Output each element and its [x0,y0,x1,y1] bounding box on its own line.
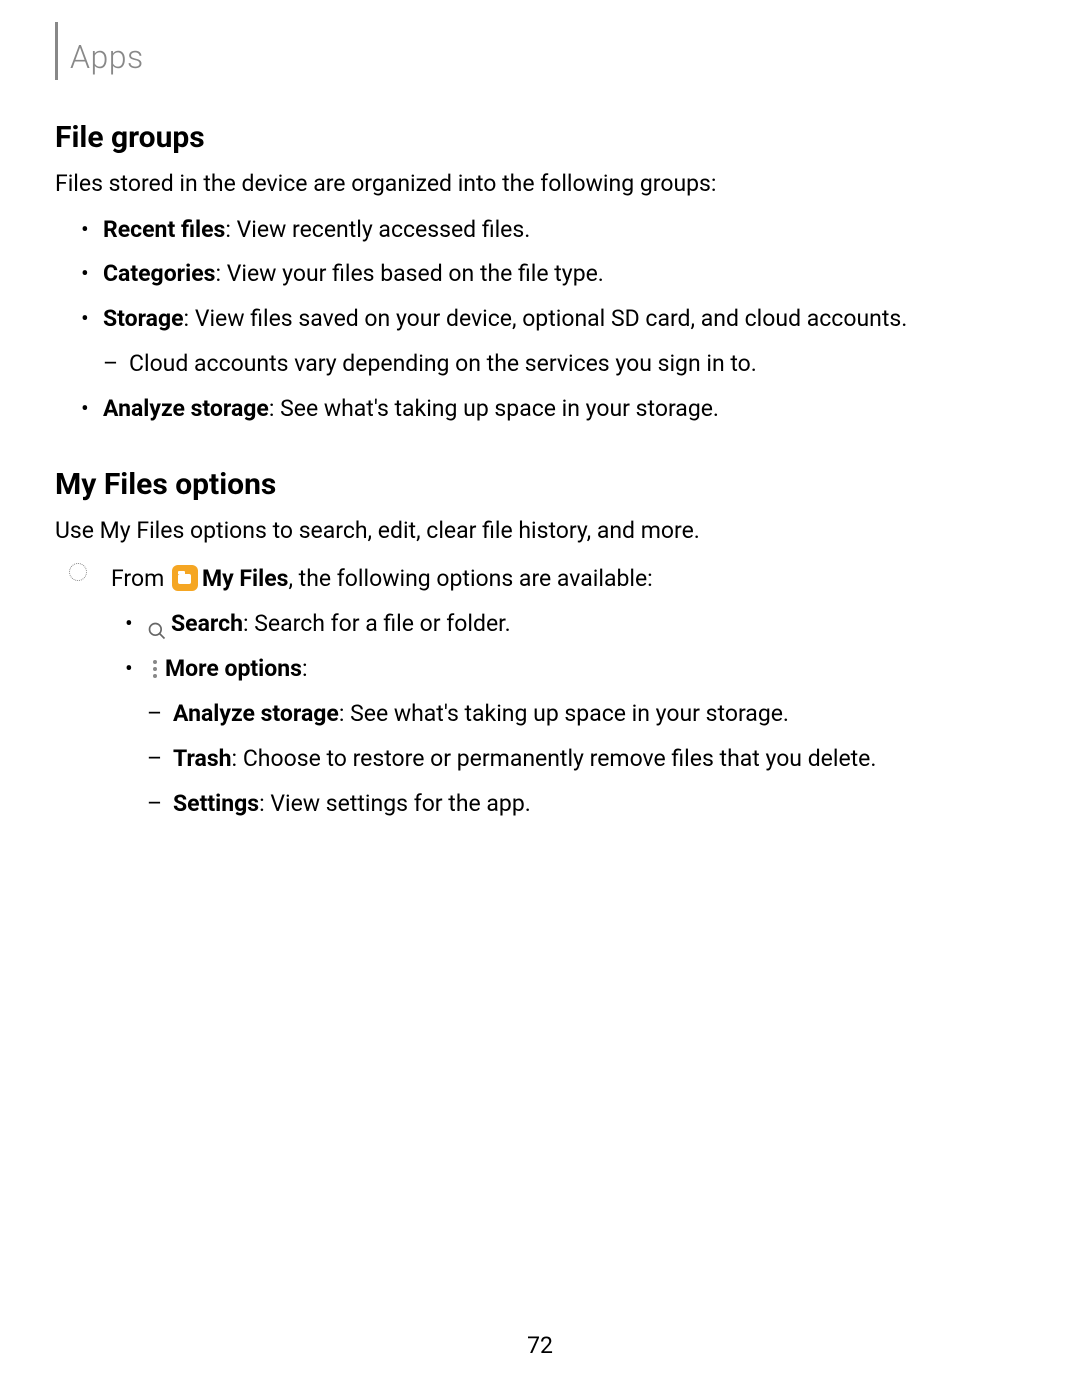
more-options-icon [147,659,163,679]
search-desc: : Search for a file or folder. [243,610,511,637]
recent-files-label: Recent files [103,216,225,243]
my-files-options-intro: Use My Files options to search, edit, cl… [55,514,1025,549]
my-files-options-heading: My Files options [55,467,1025,502]
option-more: More options: Analyze storage: See what'… [147,649,1025,822]
recent-files-desc: : View recently accessed files. [225,216,530,243]
more-options-sublist: Analyze storage: See what's taking up sp… [147,696,1025,822]
categories-desc: : View your files based on the file type… [215,260,603,287]
list-item-analyze-storage: Analyze storage: See what's taking up sp… [103,391,1025,428]
page-header: Apps [55,0,1025,80]
from-my-files-item: From My Files, the following options are… [111,559,1025,823]
sub-settings-label: Settings [173,790,259,817]
option-search: Search: Search for a file or folder. [147,604,1025,643]
list-item-storage: Storage: View files saved on your device… [103,301,1025,383]
header-divider [55,22,58,80]
subitem-settings: Settings: View settings for the app. [173,786,1025,823]
list-item-categories: Categories: View your files based on the… [103,256,1025,293]
options-list: Search: Search for a file or folder. Mor… [111,604,1025,823]
sub-analyze-desc: : See what's taking up space in your sto… [339,700,789,727]
page-number: 72 [0,1332,1080,1359]
categories-label: Categories [103,260,215,287]
search-icon [147,614,167,634]
sub-trash-label: Trash [173,745,232,772]
storage-cloud-subitem: Cloud accounts vary depending on the ser… [129,346,1025,383]
storage-desc: : View files saved on your device, optio… [184,305,908,332]
storage-label: Storage [103,305,184,332]
sub-analyze-label: Analyze storage [173,700,339,727]
my-files-icon [172,565,198,591]
from-suffix: , the following options are available: [288,565,652,592]
sub-settings-desc: : View settings for the app. [259,790,531,817]
search-label: Search [171,610,243,637]
subitem-analyze-storage: Analyze storage: See what's taking up sp… [173,696,1025,733]
file-groups-intro: Files stored in the device are organized… [55,167,1025,202]
header-title: Apps [70,20,144,76]
subitem-trash: Trash: Choose to restore or permanently … [173,741,1025,778]
more-options-desc: : [302,655,308,682]
analyze-storage-desc: : See what's taking up space in your sto… [269,395,719,422]
sub-trash-desc: : Choose to restore or permanently remov… [232,745,877,772]
file-groups-list: Recent files: View recently accessed fil… [55,212,1025,428]
my-files-from-list: From My Files, the following options are… [55,559,1025,823]
my-files-label: My Files [202,565,288,592]
from-text: From [111,565,170,592]
circle-bullet-icon [69,563,87,581]
file-groups-heading: File groups [55,120,1025,155]
storage-sublist: Cloud accounts vary depending on the ser… [103,346,1025,383]
analyze-storage-label: Analyze storage [103,395,269,422]
list-item-recent-files: Recent files: View recently accessed fil… [103,212,1025,249]
more-options-label: More options [165,655,302,682]
